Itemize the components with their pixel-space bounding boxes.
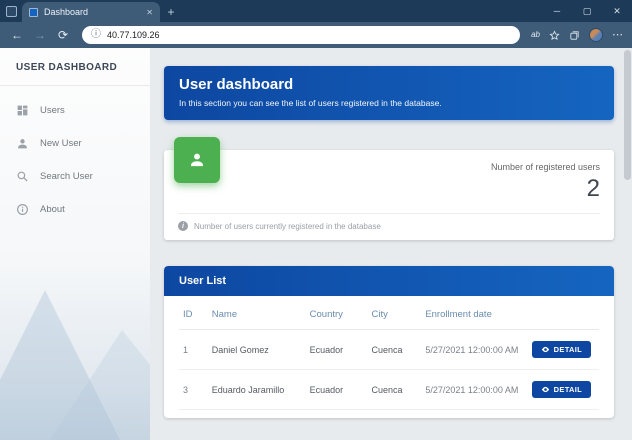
stats-footnote-text: Number of users currently registered in … bbox=[194, 221, 381, 231]
user-list-title: User List bbox=[164, 266, 614, 296]
back-button[interactable]: ← bbox=[9, 29, 25, 41]
new-tab-button[interactable]: + bbox=[160, 2, 182, 22]
cell-country: Ecuador bbox=[305, 329, 368, 370]
stats-label: Number of registered users bbox=[490, 162, 600, 172]
cell-country: Ecuador bbox=[305, 369, 368, 410]
main-area: User dashboard In this section you can s… bbox=[150, 48, 632, 440]
page-title: User dashboard bbox=[179, 76, 294, 93]
collections-icon[interactable] bbox=[569, 30, 580, 41]
profile-avatar[interactable] bbox=[589, 28, 603, 42]
sidebar-item-search-user[interactable]: Search User bbox=[0, 160, 150, 193]
detail-button[interactable]: DETAIL bbox=[531, 381, 591, 398]
eye-icon bbox=[541, 386, 549, 393]
forward-button[interactable]: → bbox=[32, 29, 48, 41]
sidebar-items: Users New User Search User About bbox=[0, 86, 150, 226]
cell-id: 3 bbox=[179, 369, 208, 410]
cell-city: Cuenca bbox=[367, 369, 422, 410]
sidebar-item-label: Search User bbox=[40, 171, 93, 182]
scrollbar-thumb[interactable] bbox=[624, 50, 631, 180]
toolbar-icons: ab ⋯ bbox=[531, 28, 623, 42]
page-info-icon[interactable]: ⓘ bbox=[91, 30, 101, 40]
user-table: ID Name Country City Enrollment date 1 D… bbox=[179, 300, 599, 410]
column-header-id: ID bbox=[179, 300, 208, 330]
detail-button-label: DETAIL bbox=[553, 385, 582, 394]
page-header-banner: User dashboard In this section you can s… bbox=[164, 66, 614, 120]
column-header-city: City bbox=[367, 300, 422, 330]
dashboard-grid-icon bbox=[17, 105, 28, 116]
browser-app-icon bbox=[0, 0, 22, 22]
browser-window: Dashboard ✕ + ─ ▢ ✕ ← → ⟳ ⓘ 40.77.109.26… bbox=[0, 0, 632, 440]
column-header-name: Name bbox=[207, 300, 306, 330]
more-menu-icon[interactable]: ⋯ bbox=[612, 29, 623, 41]
titlebar: Dashboard ✕ + ─ ▢ ✕ bbox=[0, 0, 632, 22]
sidebar-item-users[interactable]: Users bbox=[0, 94, 150, 127]
browser-tab-dashboard[interactable]: Dashboard ✕ bbox=[22, 2, 160, 22]
sidebar-item-label: About bbox=[40, 204, 65, 215]
search-icon bbox=[17, 171, 28, 182]
stats-value: 2 bbox=[586, 175, 600, 202]
users-stat-icon bbox=[174, 137, 220, 183]
browser-toolbar: ← → ⟳ ⓘ 40.77.109.26 ab ⋯ bbox=[0, 22, 632, 48]
read-aloud-icon[interactable]: ab bbox=[531, 31, 540, 39]
cell-city: Cuenca bbox=[367, 329, 422, 370]
column-header-enrollment: Enrollment date bbox=[421, 300, 528, 330]
table-row: 1 Daniel Gomez Ecuador Cuenca 5/27/2021 … bbox=[179, 329, 599, 370]
sidebar-title: USER DASHBOARD bbox=[0, 48, 150, 86]
tab-favicon bbox=[29, 7, 38, 17]
stats-footnote: i Number of users currently registered i… bbox=[178, 214, 600, 240]
column-header-actions bbox=[527, 300, 599, 330]
person-icon bbox=[18, 139, 27, 149]
refresh-button[interactable]: ⟳ bbox=[55, 29, 71, 41]
cell-enrollment: 5/27/2021 12:00:00 AM bbox=[421, 369, 528, 410]
cell-id: 1 bbox=[179, 329, 208, 370]
detail-button[interactable]: DETAIL bbox=[531, 341, 591, 358]
sidebar: USER DASHBOARD Users New User Search Use… bbox=[0, 48, 150, 440]
page-content: USER DASHBOARD Users New User Search Use… bbox=[0, 48, 632, 440]
tab-title: Dashboard bbox=[44, 7, 89, 17]
info-badge-icon: i bbox=[178, 221, 188, 231]
stats-card: Number of registered users 2 i Number of… bbox=[164, 137, 614, 240]
cell-name: Daniel Gomez bbox=[207, 329, 306, 370]
sidebar-item-about[interactable]: About bbox=[0, 193, 150, 226]
cell-enrollment: 5/27/2021 12:00:00 AM bbox=[421, 329, 528, 370]
sidebar-item-label: Users bbox=[40, 105, 65, 116]
user-list-card: User List ID Name Country City Enrollmen… bbox=[164, 266, 614, 418]
column-header-country: Country bbox=[305, 300, 368, 330]
stats-summary: Number of registered users 2 bbox=[178, 162, 600, 203]
maximize-button[interactable]: ▢ bbox=[572, 0, 602, 22]
page-subtitle: In this section you can see the list of … bbox=[179, 98, 442, 108]
table-row: 3 Eduardo Jaramillo Ecuador Cuenca 5/27/… bbox=[179, 369, 599, 410]
stats-section: Number of registered users 2 i Number of… bbox=[164, 137, 614, 240]
detail-button-label: DETAIL bbox=[553, 345, 582, 354]
sidebar-item-new-user[interactable]: New User bbox=[0, 127, 150, 160]
tab-close-icon[interactable]: ✕ bbox=[146, 8, 153, 17]
sidebar-item-label: New User bbox=[40, 138, 82, 149]
info-icon bbox=[17, 204, 28, 215]
person-badge-icon bbox=[191, 153, 203, 167]
close-button[interactable]: ✕ bbox=[602, 0, 632, 22]
address-url: 40.77.109.26 bbox=[107, 30, 160, 40]
cell-name: Eduardo Jaramillo bbox=[207, 369, 306, 410]
address-bar[interactable]: ⓘ 40.77.109.26 bbox=[82, 26, 521, 44]
table-header-row: ID Name Country City Enrollment date bbox=[179, 300, 599, 330]
eye-icon bbox=[541, 346, 549, 353]
minimize-button[interactable]: ─ bbox=[542, 0, 572, 22]
window-controls: ─ ▢ ✕ bbox=[542, 0, 632, 22]
favorites-star-icon[interactable] bbox=[549, 29, 560, 41]
page-scrollbar[interactable] bbox=[624, 50, 631, 438]
